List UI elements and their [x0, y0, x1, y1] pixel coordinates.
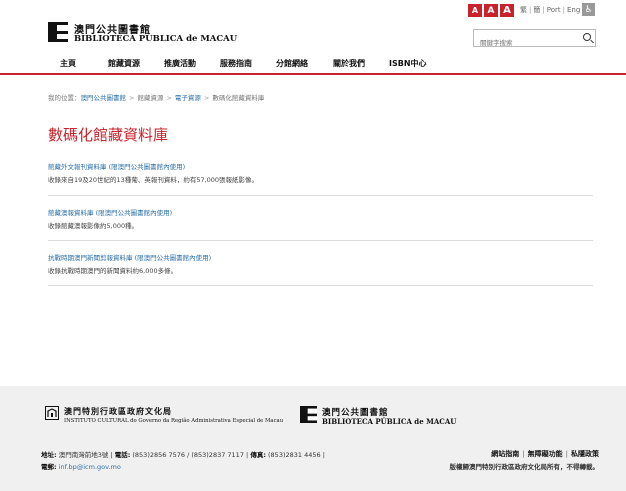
- font-size-controls: A A A: [468, 4, 514, 17]
- accessibility-icon[interactable]: ♿: [582, 3, 595, 16]
- phone-value: (853)2856 7576 / (853)2837 7117: [132, 451, 244, 459]
- footer-library-logo-mark-icon: [300, 406, 317, 423]
- cultural-institute-name-pt: INSTITUTO CULTURAL do Governo da Região …: [64, 418, 284, 424]
- footer-link-privacy[interactable]: 私隱政策: [571, 450, 599, 458]
- search-box: [473, 29, 596, 50]
- footer-link-accessibility[interactable]: 無障礙功能: [528, 450, 563, 458]
- divider: |: [565, 450, 568, 458]
- nav-item-branches[interactable]: 分館網絡: [276, 58, 308, 69]
- divider: |: [110, 451, 113, 459]
- email-link[interactable]: inf.bp@icm.gov.mo: [59, 463, 121, 471]
- search-input[interactable]: [474, 36, 580, 50]
- breadcrumb-item-library[interactable]: 澳門公共圖書館: [81, 94, 127, 102]
- breadcrumb-prefix: 我的位置：: [48, 94, 81, 102]
- divider: |: [529, 6, 532, 14]
- breadcrumb-separator: >: [166, 94, 172, 102]
- address-value: 澳門南灣前地3號: [58, 451, 109, 459]
- email-label: 電郵:: [41, 463, 57, 471]
- lang-portuguese-link[interactable]: Port: [547, 6, 561, 14]
- divider: |: [542, 6, 545, 14]
- entry-title-foreign-newspapers[interactable]: 館藏外文報刊資料庫 (限澳門公共圖書館內使用): [48, 161, 185, 171]
- nav-item-home[interactable]: 主頁: [60, 58, 76, 69]
- divider: [48, 240, 593, 241]
- language-switcher: 繁 | 簡 | Port | Eng: [520, 5, 580, 15]
- contact-info: 地址: 澳門南灣前地3號 | 電話: (853)2856 7576 / (853…: [41, 449, 325, 473]
- nav-item-services[interactable]: 服務指南: [220, 58, 252, 69]
- nav-item-about[interactable]: 關於我們: [333, 58, 365, 69]
- font-size-small-button[interactable]: A: [468, 4, 482, 17]
- fax-label: 傳真:: [250, 451, 266, 459]
- cultural-institute-mark-icon: [45, 406, 59, 420]
- footer-link-site-guide[interactable]: 網站指南: [491, 450, 519, 458]
- footer-library-name-pt: BIBLIOTECA PÚBLICA de MACAU: [322, 417, 457, 426]
- divider: |: [562, 6, 565, 14]
- breadcrumb-item-collections[interactable]: 館藏資源: [137, 94, 163, 102]
- library-name-pt: BIBLIOTECA PÚBLICA de MACAU: [74, 34, 238, 44]
- nav-item-isbn[interactable]: ISBN中心: [389, 58, 427, 69]
- page-title: 數碼化館藏資料庫: [48, 126, 169, 144]
- cultural-institute-name-cn: 澳門特別行政區政府文化局: [64, 407, 172, 416]
- font-size-large-button[interactable]: A: [500, 4, 514, 17]
- breadcrumb: 我的位置：澳門公共圖書館 > 館藏資源 > 電子資源 > 數碼化館藏資料庫: [48, 92, 264, 102]
- library-logo-mark-icon: [48, 22, 68, 42]
- divider: [48, 285, 593, 286]
- divider: |: [322, 451, 325, 459]
- entry-desc-wartime-clippings: 收錄抗戰時期澳門的新聞資料約6,000多條。: [48, 267, 178, 275]
- lang-simplified-link[interactable]: 簡: [533, 6, 540, 14]
- phone-label: 電話:: [114, 451, 131, 459]
- footer-links: 網站指南 | 無障礙功能 | 私隱政策: [491, 449, 599, 459]
- breadcrumb-item-current: 數碼化館藏資料庫: [212, 94, 265, 102]
- contact-line-2: 電郵: inf.bp@icm.gov.mo: [41, 461, 325, 473]
- entry-title-macau-newspapers[interactable]: 館藏澳報資料庫 (限澳門公共圖書館內使用): [48, 207, 172, 217]
- nav-item-collections[interactable]: 館藏資源: [108, 58, 140, 69]
- divider: |: [246, 451, 249, 459]
- search-icon[interactable]: [583, 33, 591, 41]
- font-size-medium-button[interactable]: A: [484, 4, 498, 17]
- entry-desc-macau-newspapers: 收錄館藏澳報影像約5,000種。: [48, 222, 139, 230]
- breadcrumb-separator: >: [203, 94, 210, 102]
- breadcrumb-separator: >: [129, 94, 135, 102]
- divider: [48, 195, 593, 196]
- divider: |: [522, 450, 525, 458]
- contact-line-1: 地址: 澳門南灣前地3號 | 電話: (853)2856 7576 / (853…: [41, 449, 325, 461]
- lang-english-link[interactable]: Eng: [567, 6, 580, 14]
- lang-traditional-link[interactable]: 繁: [520, 6, 527, 14]
- main-nav: 主頁 館藏資源 推廣活動 服務指南 分館網絡 關於我們 ISBN中心: [0, 54, 626, 74]
- entry-title-wartime-clippings[interactable]: 抗戰時期澳門新聞剪報資料庫 (限澳門公共圖書館內使用): [48, 252, 211, 262]
- fax-value: (853)2831 4456: [268, 451, 321, 459]
- copyright-notice: 版權歸澳門特別行政區政府文化局所有，不得轉載。: [449, 463, 600, 471]
- address-label: 地址:: [41, 451, 57, 459]
- breadcrumb-item-e-resources[interactable]: 電子資源: [175, 94, 201, 102]
- nav-item-activities[interactable]: 推廣活動: [164, 58, 196, 69]
- nav-divider: [0, 73, 626, 75]
- footer: [0, 386, 626, 491]
- entry-desc-foreign-newspapers: 收錄來自19及20世紀的13種葡、英報刊資料，約有57,000張報紙影像。: [48, 176, 259, 184]
